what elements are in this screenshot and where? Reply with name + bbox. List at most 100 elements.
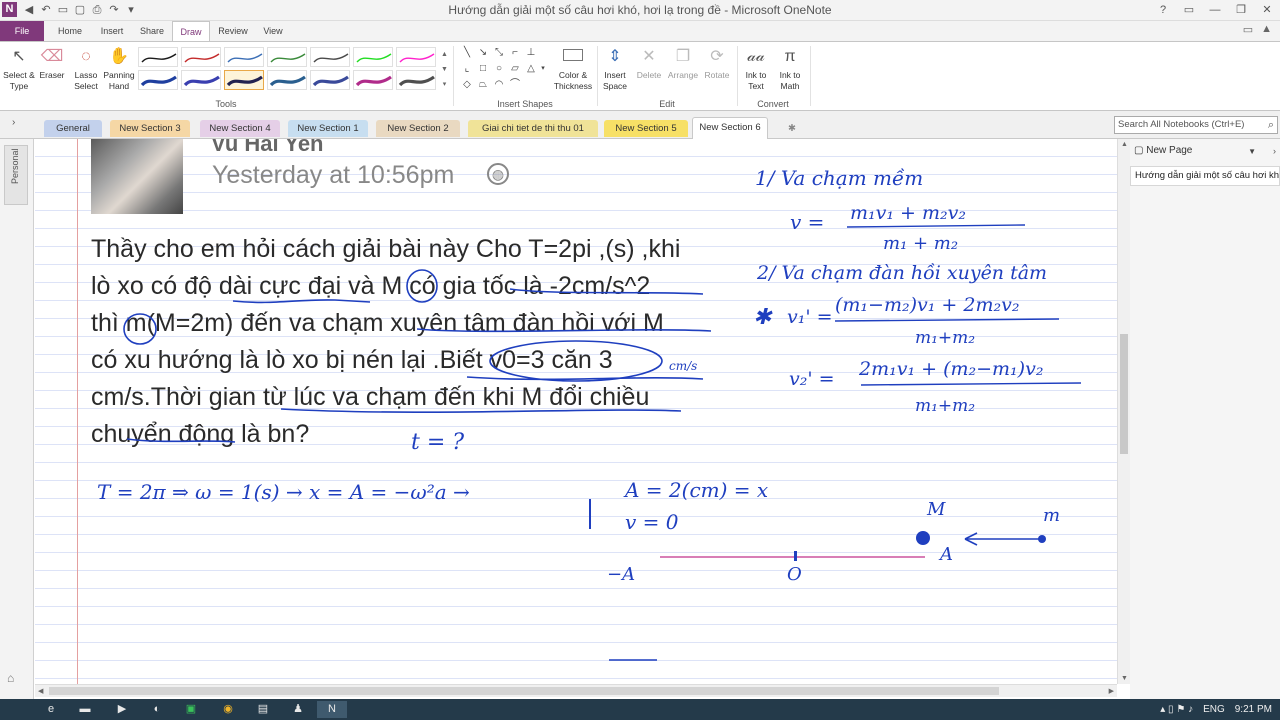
- circle-shape-icon[interactable]: ○: [492, 62, 506, 76]
- pen-gallery-scroll[interactable]: ▲ ▼ ▾: [440, 47, 449, 93]
- shapes-more-icon[interactable]: ▾: [536, 62, 550, 76]
- panning-hand-button[interactable]: ✋ Panning Hand: [102, 46, 136, 92]
- collapse-pages-icon[interactable]: ›: [1273, 146, 1276, 156]
- grid-shape-icon[interactable]: ⌒: [508, 78, 522, 92]
- color-thickness-button[interactable]: Color & Thickness: [553, 46, 593, 92]
- section-tab[interactable]: Giai chi tiet de thi thu 01: [468, 120, 598, 137]
- delete-button[interactable]: ✕ Delete: [633, 46, 665, 81]
- double-arrow-shape-icon[interactable]: ⤡: [492, 46, 506, 60]
- pin-ribbon-icon[interactable]: ▭: [1243, 23, 1253, 36]
- onenote-taskbar-icon[interactable]: N: [317, 701, 347, 718]
- new-section-tab[interactable]: ✱: [782, 120, 802, 137]
- tab-home[interactable]: Home: [50, 21, 90, 41]
- pen-swatch[interactable]: [310, 47, 350, 67]
- tray-icons[interactable]: ▴ ▯ ⚑ ♪: [1160, 702, 1193, 717]
- page-canvas[interactable]: Vu Hai Yen Yesterday at 10:56pm ◍ Thầy c…: [35, 139, 1117, 684]
- rotate-button[interactable]: ⟳ Rotate: [701, 46, 733, 81]
- scroll-thumb[interactable]: [1120, 334, 1128, 454]
- insert-space-button[interactable]: ⇕ Insert Space: [600, 46, 630, 92]
- pen-swatch[interactable]: [224, 70, 264, 90]
- page-horizontal-scrollbar[interactable]: ◀ ▶: [35, 684, 1117, 697]
- new-page-button[interactable]: ▢ New Page: [1134, 145, 1192, 156]
- collapse-ribbon-icon[interactable]: ▲: [1261, 23, 1272, 36]
- axis-shape-icon[interactable]: ⊥: [524, 46, 538, 60]
- rectangle-shape-icon[interactable]: □: [476, 62, 490, 76]
- tab-file[interactable]: File: [0, 21, 44, 41]
- pen-swatch[interactable]: [224, 47, 264, 67]
- app-icon[interactable]: ◐: [142, 701, 172, 718]
- pen-swatch[interactable]: [396, 70, 436, 90]
- close-button[interactable]: ✕: [1254, 0, 1280, 20]
- pen-swatch[interactable]: [181, 47, 221, 67]
- explorer-icon[interactable]: ▬: [70, 701, 100, 718]
- pen-swatch[interactable]: [181, 70, 221, 90]
- minimize-button[interactable]: —: [1202, 0, 1228, 20]
- search-icon[interactable]: ⌕: [1268, 117, 1274, 133]
- pen-swatch[interactable]: [353, 47, 393, 67]
- section-tab[interactable]: New Section 6: [692, 117, 768, 139]
- ink-solution-A: A = 2(cm) = x: [623, 478, 768, 502]
- app-icon-3[interactable]: ♟: [283, 701, 313, 718]
- pen-swatch[interactable]: [310, 70, 350, 90]
- tab-draw[interactable]: Draw: [172, 21, 210, 41]
- language-indicator[interactable]: ENG: [1203, 702, 1225, 717]
- ribbon-options-button[interactable]: ▭: [1176, 0, 1202, 20]
- section-tab[interactable]: New Section 1: [288, 120, 368, 137]
- search-input[interactable]: Search All Notebooks (Ctrl+E) ⌕: [1114, 116, 1278, 134]
- axes-shape-icon[interactable]: ⌞: [460, 62, 474, 76]
- ink-to-text-button[interactable]: 𝒶𝒶 Ink to Text: [740, 46, 772, 92]
- ink-annotations[interactable]: t = ? cm/s T = 2π ⇒ ω = 1(s) → x = A = −…: [35, 139, 1117, 684]
- section-tab[interactable]: New Section 2: [376, 120, 460, 137]
- section-tab[interactable]: General: [44, 120, 102, 137]
- open-notebook-icon[interactable]: ⌂: [7, 671, 14, 685]
- excel-icon[interactable]: ▣: [176, 701, 206, 718]
- tools-group-label: Tools: [215, 99, 237, 109]
- corner-shape-icon[interactable]: ⌐: [508, 46, 522, 60]
- notebook-personal[interactable]: Personal: [4, 145, 28, 205]
- pen-swatch[interactable]: [353, 70, 393, 90]
- pen-swatch[interactable]: [396, 47, 436, 67]
- scroll-left-arrow[interactable]: ◀: [38, 685, 43, 698]
- pen-swatch[interactable]: [138, 47, 178, 67]
- section-tab[interactable]: New Section 4: [200, 120, 280, 137]
- chrome-icon[interactable]: ◉: [213, 701, 243, 718]
- section-tab[interactable]: New Section 5: [604, 120, 688, 137]
- section-tab[interactable]: New Section 3: [110, 120, 190, 137]
- ink-formula2b-num: 2m₁v₁ + (m₂−m₁)v₂: [858, 358, 1043, 380]
- arrange-button[interactable]: ❐ Arrange: [666, 46, 700, 81]
- arc-shape-icon[interactable]: ◠: [492, 78, 506, 92]
- eraser-button[interactable]: ⌫ Eraser: [36, 46, 68, 81]
- pen-swatch[interactable]: [267, 70, 307, 90]
- page-list-item[interactable]: Hướng dẫn giải một số câu hơi khó, hơi l…: [1130, 166, 1280, 186]
- media-icon[interactable]: ▶: [107, 701, 137, 718]
- lasso-icon: ◌: [81, 48, 91, 65]
- expand-notebook-pane-icon[interactable]: ›: [12, 117, 15, 128]
- scroll-right-arrow[interactable]: ▶: [1109, 685, 1114, 698]
- trapezoid-shape-icon[interactable]: ⏢: [476, 78, 490, 92]
- ie-icon[interactable]: e: [36, 701, 66, 718]
- app-icon-2[interactable]: ▤: [248, 701, 278, 718]
- rotate-label: Rotate: [704, 70, 730, 80]
- help-button[interactable]: ?: [1150, 0, 1176, 20]
- restore-button[interactable]: ❐: [1228, 0, 1254, 20]
- pen-swatch[interactable]: [267, 47, 307, 67]
- tab-view[interactable]: View: [254, 21, 292, 41]
- line-shape-icon[interactable]: ╲: [460, 46, 474, 60]
- ink-to-math-button[interactable]: π Ink to Math: [774, 46, 806, 92]
- parallelogram-shape-icon[interactable]: ▱: [508, 62, 522, 76]
- clock[interactable]: 9:21 PM: [1235, 702, 1272, 717]
- arrow-shape-icon[interactable]: ↘: [476, 46, 490, 60]
- pen-swatch[interactable]: [138, 70, 178, 90]
- page-vertical-scrollbar[interactable]: ▲ ▼: [1117, 139, 1130, 684]
- tab-review[interactable]: Review: [212, 21, 254, 41]
- select-cursor-icon: ↖: [12, 48, 26, 65]
- lasso-select-button[interactable]: ◌ Lasso Select: [70, 46, 102, 92]
- tab-share[interactable]: Share: [132, 21, 172, 41]
- diamond-shape-icon[interactable]: ◇: [460, 78, 474, 92]
- hand-icon: ✋: [109, 48, 129, 65]
- tab-insert[interactable]: Insert: [92, 21, 132, 41]
- select-type-button[interactable]: ↖ Select & Type: [3, 46, 35, 92]
- new-page-label: New Page: [1146, 145, 1193, 156]
- hscroll-thumb[interactable]: [49, 687, 999, 695]
- new-page-dropdown-icon[interactable]: ▼: [1248, 147, 1256, 156]
